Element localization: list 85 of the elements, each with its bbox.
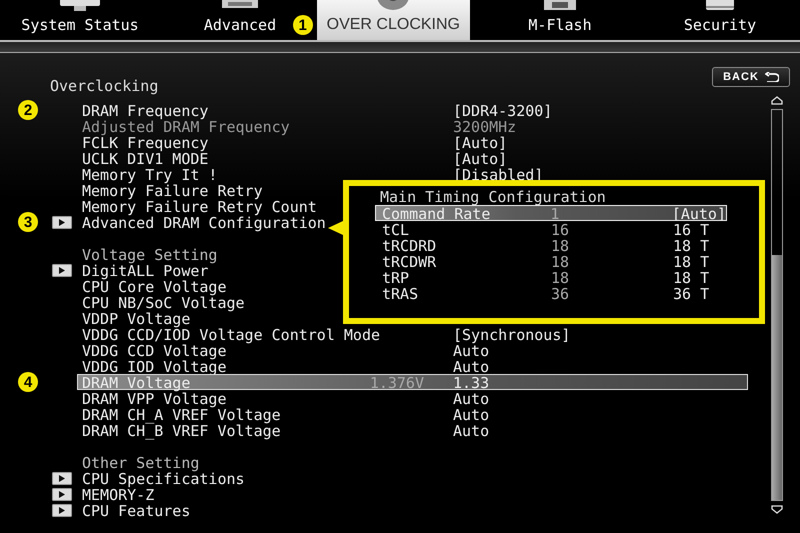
setting-label: Memory Failure Retry Count xyxy=(82,199,317,213)
setting-row[interactable]: DRAM CH_B VREF Voltage Auto xyxy=(77,422,748,438)
tab[interactable]: Advanced xyxy=(194,0,286,40)
setting-row[interactable]: DRAM CH_A VREF Voltage Auto xyxy=(77,406,748,422)
timing-current: 16 xyxy=(551,222,570,236)
setting-label: Memory Try It ! xyxy=(82,167,218,181)
setting-row[interactable]: FCLK Frequency [Auto] xyxy=(77,134,748,150)
setting-value: [Disabled] xyxy=(453,167,544,181)
tab[interactable]: M-Flash xyxy=(518,0,602,40)
setting-label: Memory Failure Retry xyxy=(82,183,263,197)
scroll-up-icon[interactable] xyxy=(771,96,783,105)
setting-label: DRAM CH_B VREF Voltage xyxy=(82,423,281,437)
timing-row[interactable]: tCL 16 16 T xyxy=(375,221,727,237)
setting-value: [DDR4-3200] xyxy=(453,103,552,117)
timing-name: tRP xyxy=(382,270,410,284)
setting-value: [Synchronous] xyxy=(453,327,570,341)
setting-label: CPU NB/SoC Voltage xyxy=(82,295,245,309)
setting-label: VDDG CCD Voltage xyxy=(82,343,226,357)
setting-row[interactable]: Memory Try It ! [Disabled] xyxy=(77,166,748,182)
setting-label: VDDG CCD/IOD Voltage Control Mode xyxy=(82,327,380,341)
submenu-item[interactable]: CPU Specifications xyxy=(77,470,748,486)
setting-label: VDDP Voltage xyxy=(82,311,190,325)
setting-value: Auto xyxy=(453,343,490,357)
setting-value: [Auto] xyxy=(453,135,508,149)
timing-row[interactable]: Command Rate 1 [Auto] xyxy=(375,205,727,221)
timing-row[interactable]: tRCDWR 18 18 T xyxy=(375,253,727,269)
timing-setting: 16 T xyxy=(673,222,710,236)
timing-name: tRAS xyxy=(382,286,420,300)
timing-current: 18 xyxy=(551,270,570,284)
setting-reading: 1.376V xyxy=(370,375,424,389)
timing-current: 1 xyxy=(550,206,560,220)
setting-row[interactable]: DRAM VPP Voltage Auto xyxy=(77,390,748,406)
step-marker: 2 xyxy=(18,100,38,120)
timing-setting: 36 T xyxy=(673,286,710,300)
timing-name: tRCDWR xyxy=(382,254,438,268)
timing-row[interactable]: tRCDRD 18 18 T xyxy=(375,237,727,253)
setting-label: DRAM CH_A VREF Voltage xyxy=(82,407,281,421)
scroll-down-icon[interactable] xyxy=(771,505,783,514)
step-marker: 3 xyxy=(18,212,38,232)
tab[interactable]: System Status xyxy=(11,0,149,40)
setting-value: Auto xyxy=(453,407,490,421)
setting-value: Auto xyxy=(453,423,490,437)
setting-row[interactable]: DRAM Voltage 1.376V 1.33 xyxy=(77,374,748,390)
setting-value: 3200MHz xyxy=(453,119,516,133)
timing-current: 18 xyxy=(551,238,570,252)
setting-label: FCLK Frequency xyxy=(82,135,208,149)
timing-name: tCL xyxy=(382,222,410,236)
submenu-item[interactable]: CPU Features xyxy=(77,502,748,518)
setting-value: [Auto] xyxy=(453,151,508,165)
setting-row[interactable]: VDDG CCD Voltage Auto xyxy=(77,342,748,358)
submenu-item[interactable]: MEMORY-Z xyxy=(77,486,748,502)
timing-name: tRCDRD xyxy=(382,238,438,252)
setting-row[interactable]: DRAM Frequency [DDR4-3200] xyxy=(77,102,748,118)
setting-label: DRAM Voltage xyxy=(82,375,190,389)
setting-value: 1.33 xyxy=(453,375,490,389)
popup-title: Main Timing Configuration xyxy=(379,189,607,205)
tab[interactable]: Security xyxy=(674,0,766,40)
setting-label: UCLK DIV1 MODE xyxy=(82,151,208,165)
return-icon xyxy=(764,72,779,82)
timing-setting: 18 T xyxy=(673,254,710,268)
setting-row[interactable]: UCLK DIV1 MODE [Auto] xyxy=(77,150,748,166)
setting-row[interactable]: VDDG IOD Voltage Auto xyxy=(77,358,748,374)
step-marker: 4 xyxy=(18,372,38,392)
timing-setting: 18 T xyxy=(673,270,710,284)
timing-name: Command Rate xyxy=(382,206,490,220)
section-title: Overclocking xyxy=(50,78,158,94)
setting-label: DRAM Frequency xyxy=(82,103,208,117)
setting-row[interactable]: VDDG CCD/IOD Voltage Control Mode [Synchronous] xyxy=(77,326,748,342)
setting-label: VDDG IOD Voltage xyxy=(82,359,226,373)
timing-current: 18 xyxy=(551,254,570,268)
tab[interactable]: OVER CLOCKING xyxy=(316,0,470,40)
timing-row[interactable]: tRP 18 18 T xyxy=(375,269,727,285)
setting-label: CPU Core Voltage xyxy=(82,279,226,293)
timing-row[interactable]: tRAS 36 36 T xyxy=(375,285,727,301)
timing-setting: 18 T xyxy=(673,238,710,252)
setting-value: Auto xyxy=(453,359,490,373)
step-marker: 1 xyxy=(292,15,313,35)
timing-current: 36 xyxy=(551,286,570,300)
timing-setting: [Auto] xyxy=(672,206,726,220)
group-heading: Other Setting xyxy=(82,455,200,469)
setting-label: Adjusted DRAM Frequency xyxy=(82,119,290,133)
group-heading: Voltage Setting xyxy=(82,247,218,261)
back-button[interactable]: BACK xyxy=(712,67,790,87)
setting-label: DRAM VPP Voltage xyxy=(82,391,226,405)
setting-value: Auto xyxy=(453,391,490,405)
